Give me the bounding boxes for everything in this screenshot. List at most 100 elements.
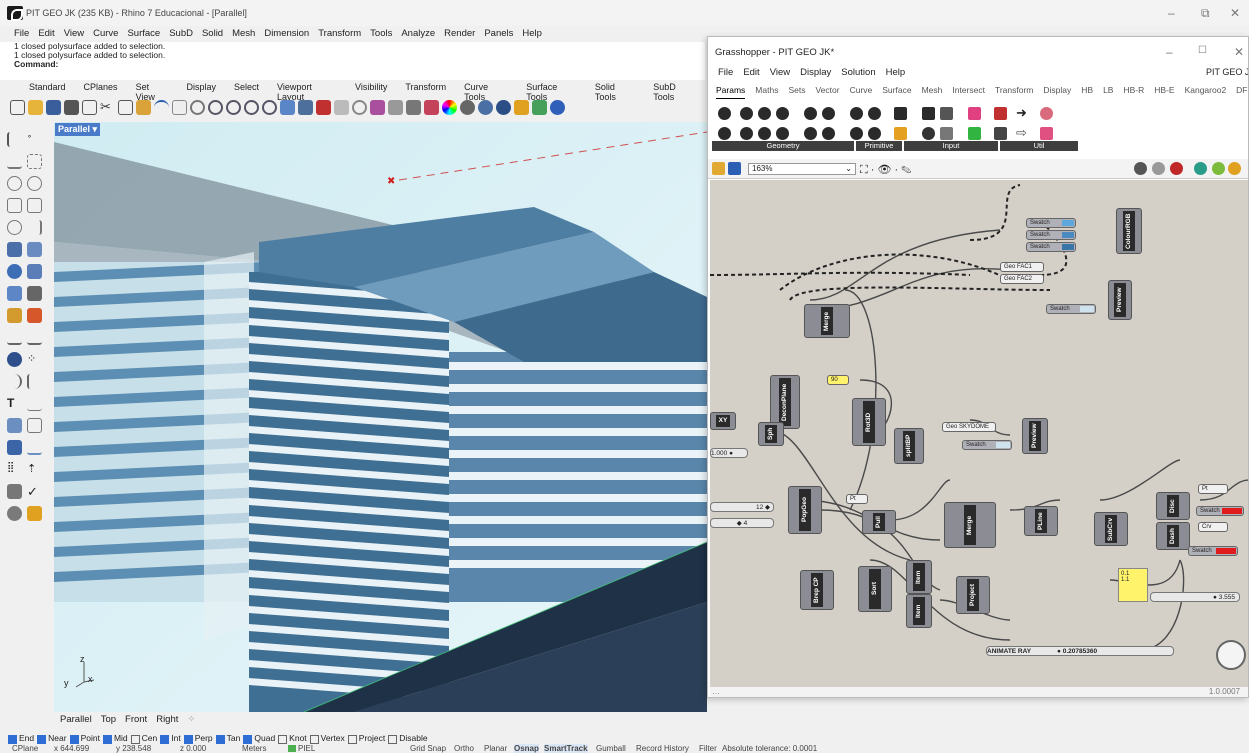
swatch-param[interactable]: Swatch bbox=[1026, 218, 1076, 228]
toggle-record-history[interactable]: Record History bbox=[636, 744, 689, 753]
circle-param-icon[interactable] bbox=[740, 107, 753, 120]
surface-param-icon[interactable] bbox=[822, 107, 835, 120]
component-brep-cp[interactable]: Brep CP bbox=[800, 570, 834, 610]
osnap-near[interactable]: Near bbox=[37, 733, 67, 744]
colour-swatch-icon[interactable] bbox=[968, 107, 981, 120]
component-colourrgb[interactable]: ColourRGB bbox=[1116, 208, 1142, 254]
boolean-param-icon[interactable] bbox=[922, 107, 935, 120]
number-panel[interactable]: 90 bbox=[827, 375, 849, 385]
measure-icon[interactable] bbox=[27, 440, 42, 455]
menu-transform[interactable]: Transform bbox=[318, 28, 361, 42]
menu-file[interactable]: File bbox=[14, 28, 29, 42]
viewport-label[interactable]: Parallel ▾ bbox=[55, 123, 101, 136]
mesh-param-icon[interactable] bbox=[850, 107, 863, 120]
gh-minimize-icon[interactable]: – bbox=[1166, 45, 1173, 59]
zoom-extents-icon[interactable] bbox=[244, 99, 259, 115]
gh-tab-intersect[interactable]: Intersect bbox=[952, 85, 985, 99]
osnap-point[interactable]: Point bbox=[69, 733, 100, 744]
component-item[interactable]: Item bbox=[906, 560, 932, 594]
tab-surface-tools[interactable]: Surface Tools bbox=[517, 82, 586, 102]
osnap-project[interactable]: Project bbox=[347, 733, 385, 744]
gh-tab-sets[interactable]: Sets bbox=[788, 85, 805, 99]
isolate-icon[interactable] bbox=[352, 99, 367, 115]
navigation-compass-icon[interactable] bbox=[1216, 640, 1246, 670]
graph-mapper-icon[interactable] bbox=[994, 127, 1007, 140]
view-tab-parallel[interactable]: Parallel bbox=[60, 714, 92, 728]
circle-3pt-icon[interactable] bbox=[27, 176, 42, 191]
move-icon[interactable] bbox=[7, 352, 22, 367]
edit-icon[interactable] bbox=[7, 484, 22, 499]
count-slider[interactable]: 12 ◆ bbox=[710, 502, 774, 512]
toggle-planar[interactable]: Planar bbox=[484, 744, 507, 753]
arrow-outline-icon[interactable]: ⇨ bbox=[1016, 126, 1029, 140]
save-icon[interactable] bbox=[46, 99, 61, 115]
gh-menu-edit[interactable]: Edit bbox=[743, 67, 759, 78]
trim-icon[interactable] bbox=[7, 330, 22, 345]
four-viewports-icon[interactable] bbox=[298, 99, 313, 115]
view-tab-right[interactable]: Right bbox=[156, 714, 178, 728]
analyze-icon[interactable] bbox=[7, 440, 22, 455]
circle-icon[interactable] bbox=[7, 176, 22, 191]
gh-tab-mesh[interactable]: Mesh bbox=[922, 85, 943, 99]
integer-param-icon[interactable] bbox=[940, 107, 953, 120]
osnap-int[interactable]: Int bbox=[160, 733, 181, 744]
component-rot3d[interactable]: Rot3D bbox=[852, 398, 886, 446]
gh-tab-hb-r[interactable]: HB-R bbox=[1123, 85, 1144, 99]
swatch-param[interactable]: Swatch bbox=[1196, 506, 1244, 516]
copy-icon[interactable] bbox=[118, 99, 133, 115]
component-preview[interactable]: Preview bbox=[1108, 280, 1132, 320]
line-param-icon[interactable] bbox=[894, 107, 907, 120]
gh-maximize-icon[interactable]: ☐ bbox=[1198, 45, 1207, 56]
gh-menu-help[interactable]: Help bbox=[886, 67, 906, 78]
gh-menu-solution[interactable]: Solution bbox=[841, 67, 875, 78]
text-icon[interactable]: T bbox=[7, 396, 22, 411]
scale-icon[interactable] bbox=[27, 374, 42, 389]
gh-tab-params[interactable]: Params bbox=[716, 85, 746, 99]
brep-param-icon[interactable] bbox=[804, 107, 817, 120]
rendered-sphere-icon[interactable] bbox=[478, 99, 493, 115]
paste-icon[interactable] bbox=[136, 99, 151, 115]
twisted-box-icon[interactable] bbox=[776, 127, 789, 140]
component-merge[interactable]: Merge bbox=[804, 304, 850, 338]
osnap-cen[interactable]: Cen bbox=[130, 733, 157, 744]
viewport-parallel[interactable]: ✖ Parallel ▾ z y x bbox=[54, 122, 707, 712]
swatch-param[interactable]: Swatch bbox=[962, 440, 1012, 450]
mirror-icon[interactable] bbox=[27, 418, 42, 433]
osnap-vertex[interactable]: Vertex bbox=[309, 733, 345, 744]
button-icon[interactable] bbox=[922, 127, 935, 140]
menu-curve[interactable]: Curve bbox=[93, 28, 118, 42]
tab-display[interactable]: Display bbox=[178, 82, 226, 96]
cplane-icon[interactable] bbox=[280, 99, 295, 115]
arrow-right-icon[interactable]: ➜ bbox=[1016, 106, 1029, 120]
osnap-tan[interactable]: Tan bbox=[215, 733, 240, 744]
arc-param-icon[interactable] bbox=[758, 107, 771, 120]
line-icon[interactable] bbox=[27, 154, 42, 169]
gumball-icon[interactable]: ⇡ bbox=[27, 462, 42, 477]
swatch-param[interactable]: Swatch bbox=[1026, 230, 1076, 240]
zoom-selected-icon[interactable] bbox=[262, 99, 277, 115]
grid-icon[interactable]: ⣿ bbox=[7, 462, 22, 477]
undo-icon[interactable] bbox=[154, 99, 169, 115]
gh-tab-hb[interactable]: HB bbox=[1081, 85, 1093, 99]
component-pull[interactable]: Pull bbox=[862, 510, 896, 534]
component-dash[interactable]: Dash bbox=[1156, 522, 1190, 550]
swatch-param[interactable]: Swatch bbox=[1026, 242, 1076, 252]
menu-render[interactable]: Render bbox=[444, 28, 475, 42]
zoom-icon[interactable] bbox=[208, 99, 223, 115]
geometry-param-icon[interactable] bbox=[718, 107, 731, 120]
component-popgeo[interactable]: PopGeo bbox=[788, 486, 822, 534]
import-icon[interactable] bbox=[82, 99, 97, 115]
tab-viewport-layout[interactable]: Viewport Layout bbox=[268, 82, 346, 102]
gh-category-util[interactable]: Util bbox=[1000, 141, 1078, 151]
solid-icon[interactable] bbox=[7, 264, 22, 279]
mesh-icon[interactable] bbox=[7, 286, 22, 301]
gh-tab-maths[interactable]: Maths bbox=[755, 85, 778, 99]
pan-icon[interactable] bbox=[172, 99, 187, 115]
menu-analyze[interactable]: Analyze bbox=[401, 28, 435, 42]
tab-solid-tools[interactable]: Solid Tools bbox=[586, 82, 644, 102]
array-icon[interactable]: ⁘ bbox=[27, 352, 42, 367]
join-icon[interactable] bbox=[27, 330, 42, 345]
osnap-end[interactable]: End bbox=[8, 733, 34, 744]
gh-tab-surface[interactable]: Surface bbox=[882, 85, 911, 99]
number-param-icon[interactable] bbox=[850, 127, 863, 140]
